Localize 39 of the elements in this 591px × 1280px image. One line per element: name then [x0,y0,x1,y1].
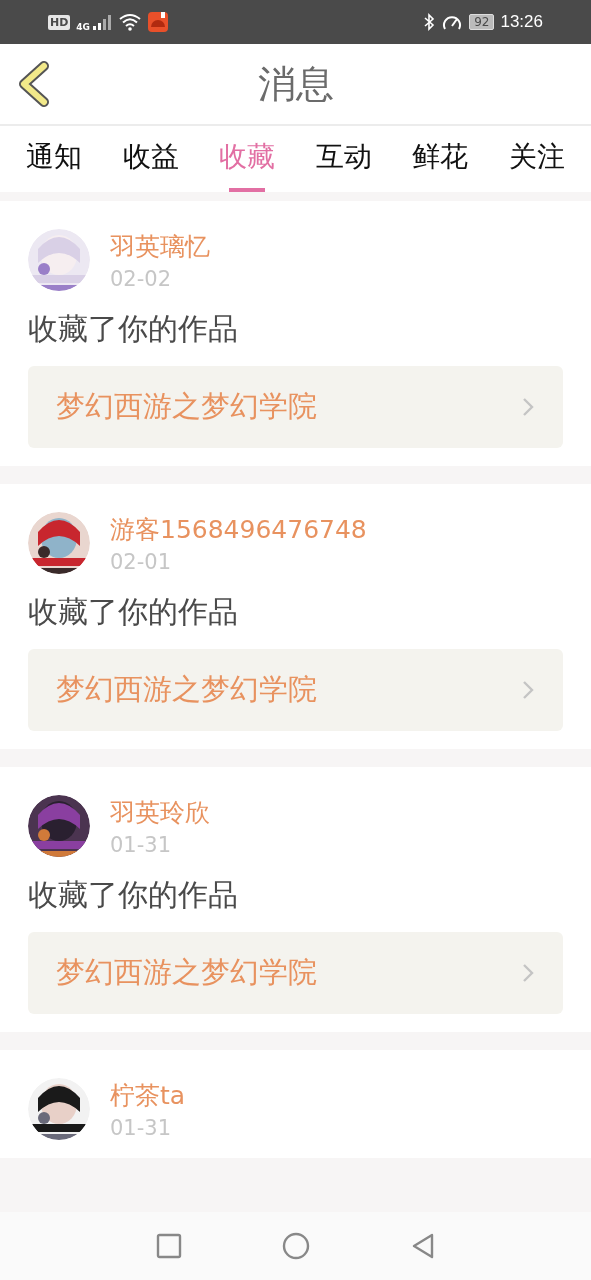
work-link[interactable]: 梦幻西游之梦幻学院 [28,932,563,1014]
page-title: 消息 [257,60,334,108]
work-title: 梦幻西游之梦幻学院 [56,954,317,991]
user-name[interactable]: 游客1568496476748 [110,512,367,546]
work-link[interactable]: 梦幻西游之梦幻学院 [28,366,563,448]
battery-indicator: 92 [469,14,495,30]
user-name[interactable]: 羽英璃忆 [110,229,210,263]
wifi-icon [118,13,142,31]
message-text: 收藏了你的作品 [28,593,239,631]
tab[interactable]: 通知 [22,126,87,192]
tab[interactable]: 互动 [311,126,376,192]
tab[interactable]: 鲜花 [408,126,473,192]
home-icon[interactable] [281,1232,310,1260]
app-icon [148,12,168,32]
signal-icon [92,13,112,31]
tab[interactable]: 收益 [118,126,183,192]
work-title: 梦幻西游之梦幻学院 [56,671,317,708]
chevron-right-icon [521,962,535,984]
message-date: 01-31 [110,1115,173,1140]
tab[interactable]: 关注 [504,126,569,192]
clock-time: 13:26 [500,12,543,32]
bluetooth-icon [423,13,436,31]
user-name[interactable]: 羽英玲欣 [110,795,210,829]
message-date: 02-01 [110,549,173,574]
recents-icon[interactable] [155,1233,182,1259]
hd-badge: HD [48,14,71,30]
back-icon[interactable] [16,61,50,107]
network-label: 4G [76,22,90,32]
chevron-right-icon [521,396,535,418]
work-link[interactable]: 梦幻西游之梦幻学院 [28,649,563,731]
user-name[interactable]: 柠茶ta [110,1078,186,1112]
message-date: 02-02 [110,266,173,291]
message-text: 收藏了你的作品 [28,876,239,914]
work-title: 梦幻西游之梦幻学院 [56,388,317,425]
tab[interactable]: 收藏 [215,126,280,192]
chevron-right-icon [521,679,535,701]
message-date: 01-31 [110,832,173,857]
message-text: 收藏了你的作品 [28,310,239,348]
speedometer-icon [441,13,464,31]
